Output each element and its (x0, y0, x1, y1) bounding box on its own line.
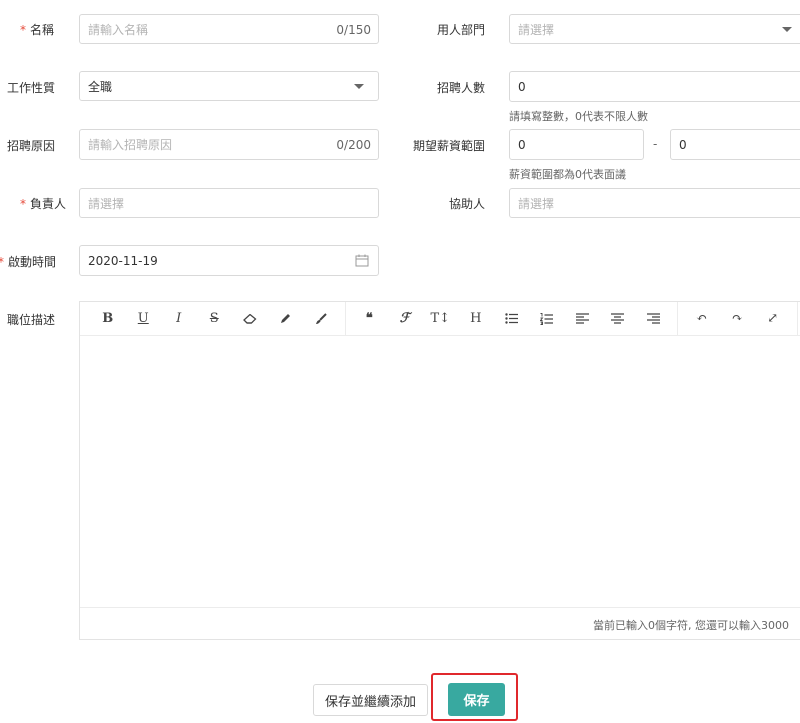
editor-footer: 當前已輸入0個字符, 您還可以輸入3000 (80, 607, 800, 639)
toolbar-divider (796, 302, 798, 335)
description-label: 職位描述 (7, 313, 56, 327)
owner-label: * 負責人 (20, 197, 67, 211)
redo-button[interactable]: ↷ (720, 302, 756, 335)
calendar-icon (355, 254, 369, 270)
reason-input[interactable]: 請輸入招聘原因 0/200 (79, 129, 379, 160)
bullet-list-icon[interactable] (494, 302, 530, 335)
save-and-continue-button[interactable]: 保存並繼續添加 (313, 684, 428, 716)
strikethrough-button[interactable]: S (197, 302, 233, 335)
salary-max-input[interactable]: 0 (670, 129, 800, 160)
toolbar-divider (677, 302, 678, 335)
chevron-down-icon (782, 27, 792, 32)
headcount-label: 招聘人數 (437, 81, 486, 95)
owner-select[interactable]: 請選擇 (79, 188, 379, 218)
pencil-icon[interactable] (268, 302, 304, 335)
bold-button[interactable]: B (90, 302, 126, 335)
name-counter: 0/150 (336, 23, 371, 37)
required-mark: * (20, 23, 26, 37)
reason-label: 招聘原因 (7, 139, 56, 153)
brush-icon[interactable] (303, 302, 339, 335)
start-date-picker[interactable]: 2020-11-19 (79, 245, 379, 276)
save-button[interactable]: 保存 (448, 683, 505, 716)
salary-label: 期望薪資範圍 (413, 139, 486, 153)
align-center-icon[interactable] (600, 302, 636, 335)
text-size-button[interactable]: T↕ (423, 302, 459, 335)
name-label: * 名稱 (20, 23, 55, 37)
align-right-icon[interactable] (636, 302, 672, 335)
assistant-select[interactable]: 請選擇 (509, 188, 800, 218)
salary-min-input[interactable]: 0 (509, 129, 644, 160)
italic-button[interactable]: I (161, 302, 197, 335)
reason-counter: 0/200 (336, 138, 371, 152)
headcount-input[interactable]: 0 (509, 71, 800, 102)
range-dash: - (653, 137, 658, 151)
eraser-icon[interactable] (232, 302, 268, 335)
quote-button[interactable]: ❝ (352, 302, 388, 335)
underline-button[interactable]: U (126, 302, 162, 335)
department-label: 用人部門 (437, 23, 486, 37)
heading-button[interactable]: H (458, 302, 494, 335)
salary-hint: 薪資範圍都為0代表面議 (509, 168, 626, 181)
start-date-label: *啟動時間 (0, 253, 56, 270)
job-type-select[interactable]: 全職 (79, 71, 379, 101)
toolbar-divider (344, 302, 346, 335)
font-button[interactable]: ℱ (387, 302, 423, 335)
job-type-label: 工作性質 (7, 81, 56, 95)
numbered-list-icon[interactable] (529, 302, 565, 335)
editor-toolbar: B U I S ❝ ℱ T↕ H ↶ ↷ ⤢ (80, 302, 800, 336)
rich-text-editor[interactable]: B U I S ❝ ℱ T↕ H ↶ ↷ ⤢ 當前已輸入0個字符, 您還可以輸入… (79, 301, 800, 640)
required-mark: * (0, 255, 4, 269)
chevron-down-icon (354, 84, 364, 89)
department-select[interactable]: 請選擇 (509, 14, 800, 44)
character-count: 當前已輸入0個字符, 您還可以輸入3000 (593, 619, 789, 632)
fullscreen-button[interactable]: ⤢ (755, 302, 791, 335)
undo-button[interactable]: ↶ (684, 302, 720, 335)
headcount-hint: 請填寫整數，0代表不限人數 (509, 110, 648, 123)
assistant-label: 協助人 (449, 197, 486, 211)
align-left-icon[interactable] (565, 302, 601, 335)
required-mark: * (20, 197, 26, 211)
name-input[interactable]: 請輸入名稱 0/150 (79, 14, 379, 44)
